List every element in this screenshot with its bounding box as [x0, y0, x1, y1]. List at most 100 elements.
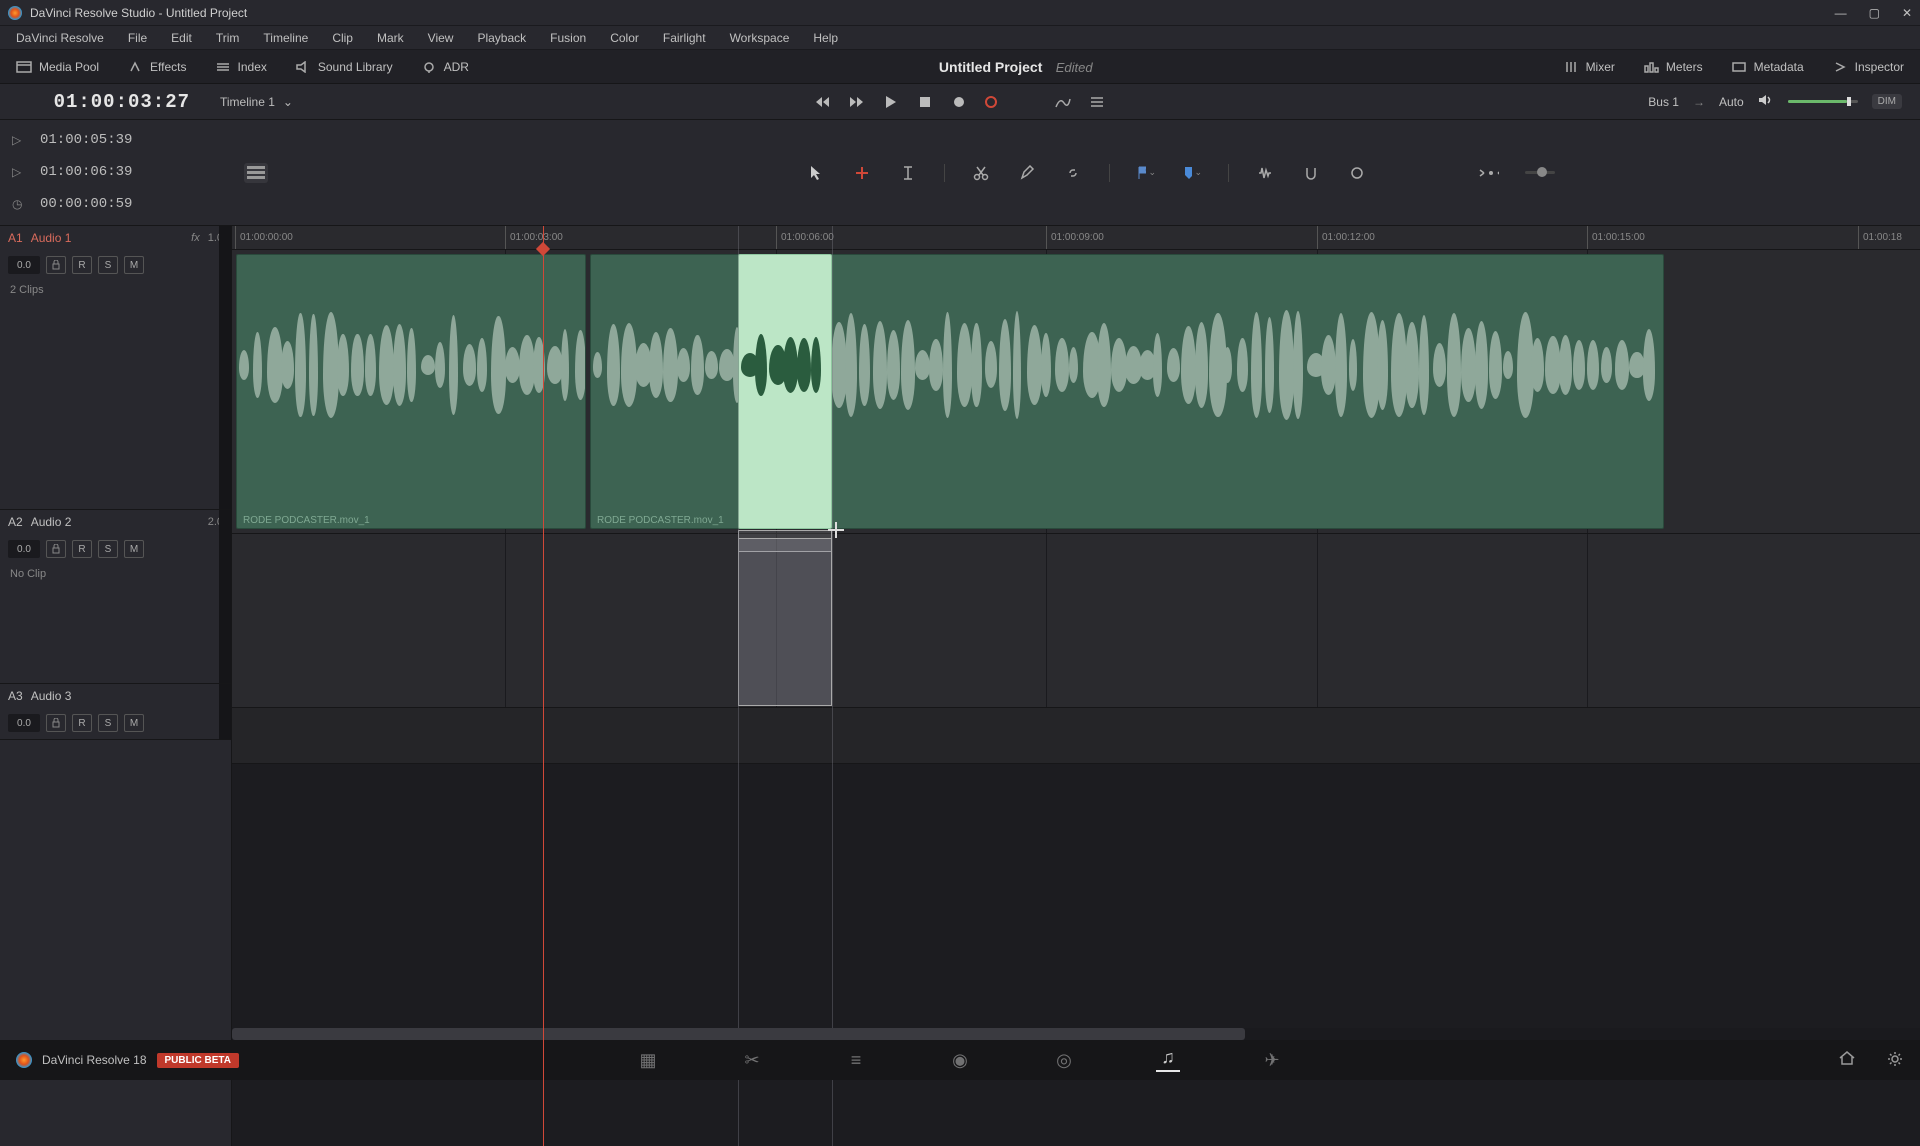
- track-r-button[interactable]: R: [72, 256, 92, 274]
- menu-fairlight[interactable]: Fairlight: [653, 29, 716, 47]
- panel-sound-library[interactable]: Sound Library: [287, 56, 401, 78]
- dim-button[interactable]: DIM: [1872, 94, 1902, 109]
- menu-davinci[interactable]: DaVinci Resolve: [6, 29, 114, 47]
- bus-selector[interactable]: Bus 1: [1648, 95, 1679, 109]
- page-deliver[interactable]: ✈: [1260, 1048, 1284, 1072]
- link-tool[interactable]: [1063, 163, 1083, 183]
- pointer-tool[interactable]: [806, 163, 826, 183]
- range-tool[interactable]: [852, 163, 872, 183]
- page-cut[interactable]: ✂: [740, 1048, 764, 1072]
- snap-tool[interactable]: [1301, 163, 1321, 183]
- track-lock-button[interactable]: [46, 540, 66, 558]
- track-s-button[interactable]: S: [98, 714, 118, 732]
- menu-trim[interactable]: Trim: [206, 29, 250, 47]
- menu-mark[interactable]: Mark: [367, 29, 414, 47]
- menu-clip[interactable]: Clip: [322, 29, 363, 47]
- lane-a3[interactable]: [232, 708, 1920, 764]
- page-fusion[interactable]: ◉: [948, 1048, 972, 1072]
- edit-icon: ≡: [851, 1050, 862, 1071]
- razor-tool[interactable]: [971, 163, 991, 183]
- speaker-icon[interactable]: [1758, 93, 1774, 110]
- track-s-button[interactable]: S: [98, 256, 118, 274]
- page-media[interactable]: ▦: [636, 1048, 660, 1072]
- flag-tool[interactable]: ⌄: [1136, 163, 1156, 183]
- home-button[interactable]: [1838, 1050, 1856, 1071]
- menu-workspace[interactable]: Workspace: [720, 29, 800, 47]
- play-button[interactable]: [882, 93, 900, 111]
- panel-meters[interactable]: Meters: [1635, 56, 1711, 78]
- fast-forward-button[interactable]: [848, 93, 866, 111]
- timeline-selector[interactable]: Timeline 1 ⌄: [220, 95, 340, 109]
- panel-adr[interactable]: ADR: [413, 56, 477, 78]
- page-fairlight[interactable]: ♫: [1156, 1048, 1180, 1072]
- panel-metadata[interactable]: Metadata: [1723, 56, 1812, 78]
- panel-effects[interactable]: Effects: [119, 56, 194, 78]
- page-edit[interactable]: ≡: [844, 1048, 868, 1072]
- track-view-button[interactable]: [244, 163, 268, 183]
- volume-slider[interactable]: [1788, 100, 1858, 103]
- menu-help[interactable]: Help: [803, 29, 848, 47]
- lane-a2[interactable]: [232, 534, 1920, 708]
- timeline-body[interactable]: 01:00:00:0001:00:03:0001:00:06:0001:00:0…: [232, 226, 1920, 1146]
- transient-tool[interactable]: [1255, 163, 1275, 183]
- panel-media-pool[interactable]: Media Pool: [8, 56, 107, 78]
- fade-tool[interactable]: [1347, 163, 1367, 183]
- menu-edit[interactable]: Edit: [161, 29, 202, 47]
- track-s-button[interactable]: S: [98, 540, 118, 558]
- pencil-tool[interactable]: [1017, 163, 1037, 183]
- divider: [944, 164, 945, 182]
- marker-tool[interactable]: ⌄: [1182, 163, 1202, 183]
- caret-tool[interactable]: [898, 163, 918, 183]
- mark-in-icon[interactable]: ▷: [12, 133, 24, 147]
- zoom-slider[interactable]: [1525, 171, 1555, 174]
- panel-inspector[interactable]: Inspector: [1824, 56, 1912, 78]
- ruler[interactable]: 01:00:00:0001:00:03:0001:00:06:0001:00:0…: [232, 226, 1920, 250]
- timeline-options-button[interactable]: [1088, 93, 1106, 111]
- maximize-button[interactable]: ▢: [1869, 6, 1880, 20]
- record-button[interactable]: [950, 93, 968, 111]
- track-r-button[interactable]: R: [72, 714, 92, 732]
- counter-strip: ▷ 01:00:05:39 ▷ 01:00:06:39 ◷ 00:00:00:5…: [0, 120, 1920, 226]
- rewind-button[interactable]: [814, 93, 832, 111]
- monitor-mode[interactable]: Auto: [1719, 95, 1744, 109]
- ruler-tick: 01:00:15:00: [1587, 226, 1645, 249]
- menu-timeline[interactable]: Timeline: [253, 29, 318, 47]
- menu-playback[interactable]: Playback: [467, 29, 536, 47]
- track-m-button[interactable]: M: [124, 540, 144, 558]
- project-settings-button[interactable]: [1886, 1050, 1904, 1071]
- horizontal-scrollbar[interactable]: [232, 1028, 1920, 1040]
- close-button[interactable]: ✕: [1902, 6, 1912, 20]
- ruler-tick: 01:00:06:00: [776, 226, 834, 249]
- loop-button[interactable]: [984, 93, 1002, 111]
- panel-mixer[interactable]: Mixer: [1555, 56, 1623, 78]
- track-header-a1[interactable]: A1 Audio 1 fx 1.0 0.0 RSM 2 Clips: [0, 226, 231, 510]
- zoom-horizontal[interactable]: [1479, 163, 1499, 183]
- menu-view[interactable]: View: [418, 29, 464, 47]
- menu-file[interactable]: File: [118, 29, 157, 47]
- track-header-a2[interactable]: A2 Audio 2 2.0 0.0 RSM No Clip: [0, 510, 231, 684]
- panel-index[interactable]: Index: [207, 56, 275, 78]
- track-lock-button[interactable]: [46, 256, 66, 274]
- track-db[interactable]: 0.0: [8, 540, 40, 558]
- audio-clip[interactable]: RODE PODCASTER.mov_1: [236, 254, 586, 529]
- track-m-button[interactable]: M: [124, 256, 144, 274]
- automation-button[interactable]: [1054, 93, 1072, 111]
- menu-color[interactable]: Color: [600, 29, 649, 47]
- menu-fusion[interactable]: Fusion: [540, 29, 596, 47]
- minimize-button[interactable]: —: [1835, 6, 1847, 20]
- track-m-button[interactable]: M: [124, 714, 144, 732]
- selection-edge-guide: [832, 226, 833, 1146]
- track-lock-button[interactable]: [46, 714, 66, 732]
- mark-out-icon[interactable]: ▷: [12, 165, 24, 179]
- stop-button[interactable]: [916, 93, 934, 111]
- duration-icon[interactable]: ◷: [12, 197, 24, 211]
- track-header-a3[interactable]: A3 Audio 3 0.0 RSM: [0, 684, 231, 740]
- selected-region[interactable]: [738, 254, 832, 529]
- page-color[interactable]: ◎: [1052, 1048, 1076, 1072]
- track-db[interactable]: 0.0: [8, 714, 40, 732]
- track-r-button[interactable]: R: [72, 540, 92, 558]
- playhead[interactable]: [543, 226, 544, 1146]
- track-db[interactable]: 0.0: [8, 256, 40, 274]
- lane-a1[interactable]: RODE PODCASTER.mov_1RODE PODCASTER.mov_1: [232, 250, 1920, 534]
- master-timecode[interactable]: 01:00:03:27: [0, 91, 220, 113]
